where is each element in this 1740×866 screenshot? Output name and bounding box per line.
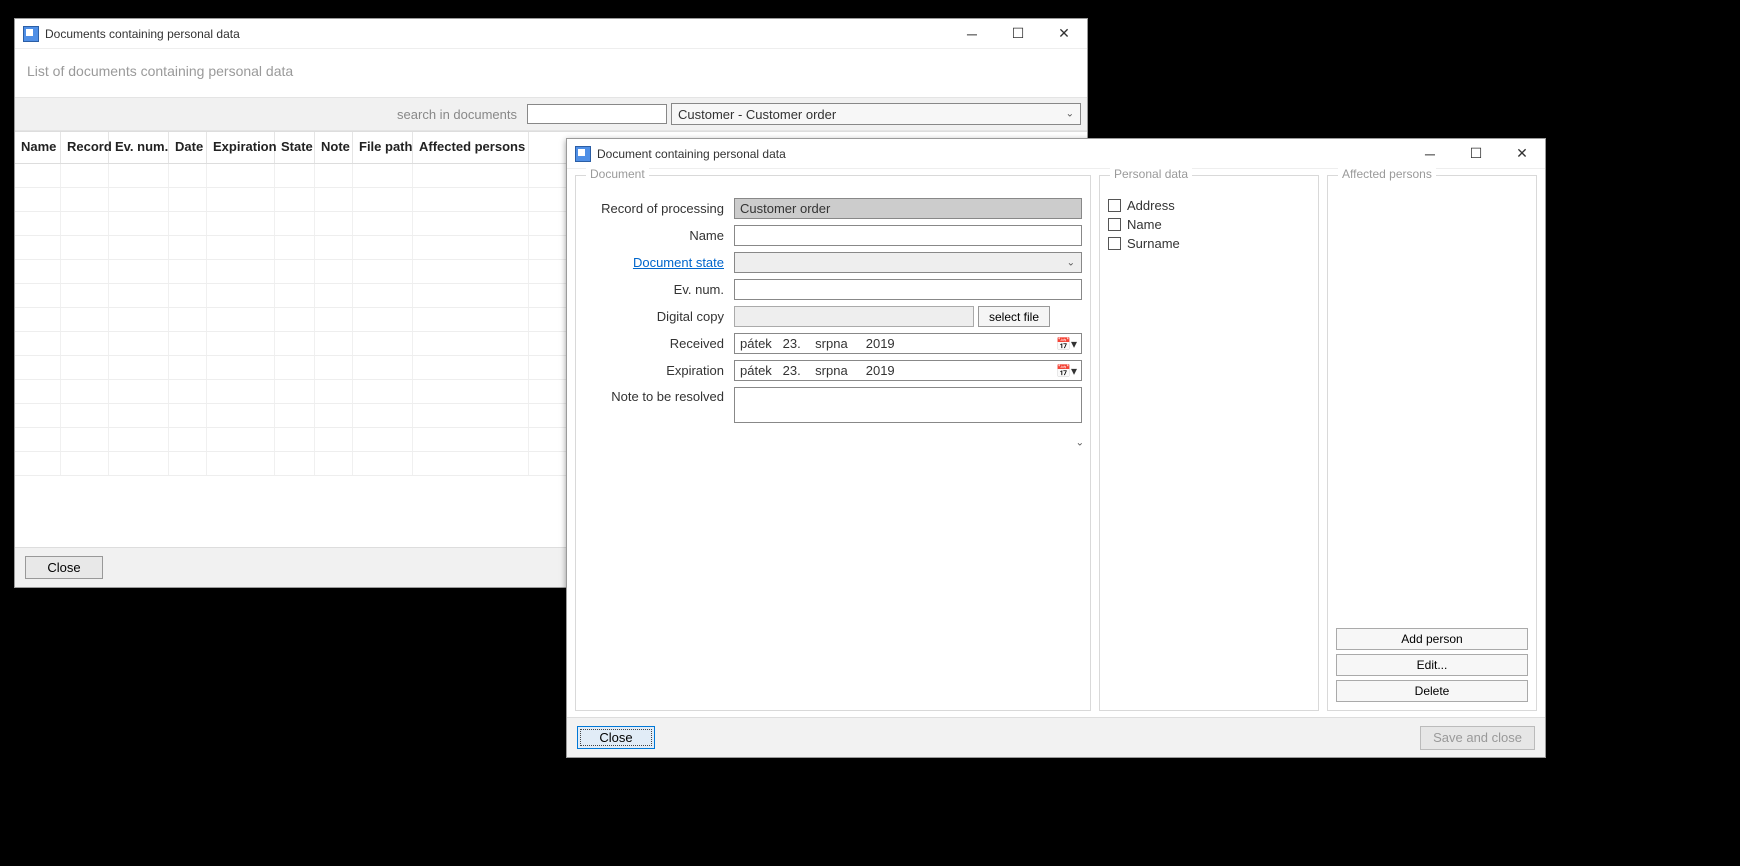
groupbox-legend-pd: Personal data — [1110, 167, 1192, 181]
search-input[interactable] — [527, 104, 667, 124]
chevron-down-icon: ⌄ — [1076, 438, 1084, 449]
col-note[interactable]: Note — [315, 132, 353, 163]
expiration-datepicker[interactable]: pátek 23. srpna 2019 📅▾ — [734, 360, 1082, 381]
col-evnum[interactable]: Ev. num. — [109, 132, 169, 163]
delete-person-button[interactable]: Delete — [1336, 680, 1528, 702]
close-button[interactable]: Close — [25, 556, 103, 579]
col-date[interactable]: Date — [169, 132, 207, 163]
record-value: Customer order — [740, 201, 830, 216]
edit-person-button[interactable]: Edit... — [1336, 654, 1528, 676]
minimize-button[interactable]: ─ — [949, 19, 995, 49]
maximize-button[interactable]: ☐ — [995, 19, 1041, 49]
personal-data-groupbox: Personal data Address Name Surname — [1099, 175, 1319, 711]
document-state-link[interactable]: Document state — [584, 255, 734, 270]
select-file-button[interactable]: select file — [978, 306, 1050, 327]
checkbox-icon — [1108, 218, 1121, 231]
app-icon — [23, 26, 39, 42]
note-label: Note to be resolved — [584, 387, 734, 404]
received-label: Received — [584, 336, 734, 351]
close-button[interactable]: Close — [577, 726, 655, 749]
close-window-button[interactable]: ✕ — [1499, 139, 1545, 169]
expiration-label: Expiration — [584, 363, 734, 378]
window-title: Documents containing personal data — [45, 27, 240, 41]
search-toolbar: search in documents Customer - Customer … — [15, 97, 1087, 131]
titlebar-win1[interactable]: Documents containing personal data ─ ☐ ✕ — [15, 19, 1087, 49]
window-title: Document containing personal data — [597, 147, 786, 161]
pd-checkbox-name[interactable]: Name — [1108, 217, 1310, 232]
app-icon — [575, 146, 591, 162]
titlebar-win2[interactable]: Document containing personal data ─ ☐ ✕ — [567, 139, 1545, 169]
checkbox-icon — [1108, 199, 1121, 212]
record-label: Record of processing — [584, 201, 734, 216]
search-select-value: Customer - Customer order — [678, 107, 836, 122]
affected-persons-groupbox: Affected persons Add person Edit... Dele… — [1327, 175, 1537, 711]
document-detail-window: Document containing personal data ─ ☐ ✕ … — [566, 138, 1546, 758]
name-label: Name — [584, 228, 734, 243]
page-subtitle: List of documents containing personal da… — [15, 49, 1087, 97]
name-input[interactable] — [734, 225, 1082, 246]
footer-win2: Close Save and close — [567, 717, 1545, 757]
close-window-button[interactable]: ✕ — [1041, 19, 1087, 49]
maximize-button[interactable]: ☐ — [1453, 139, 1499, 169]
col-record[interactable]: Record — [61, 132, 109, 163]
search-label: search in documents — [397, 107, 517, 122]
expiration-value: pátek 23. srpna 2019 — [740, 363, 895, 378]
groupbox-legend-aff: Affected persons — [1338, 167, 1436, 181]
record-select-disabled: Customer order ⌄ — [734, 198, 1082, 219]
affected-persons-list[interactable] — [1336, 198, 1528, 628]
minimize-button[interactable]: ─ — [1407, 139, 1453, 169]
checkbox-icon — [1108, 237, 1121, 250]
col-state[interactable]: State — [275, 132, 315, 163]
calendar-icon: 📅▾ — [1056, 337, 1077, 351]
document-groupbox: Document Record of processing Customer o… — [575, 175, 1091, 711]
add-person-button[interactable]: Add person — [1336, 628, 1528, 650]
received-value: pátek 23. srpna 2019 — [740, 336, 895, 351]
evnum-input[interactable] — [734, 279, 1082, 300]
pd-checkbox-surname[interactable]: Surname — [1108, 236, 1310, 251]
received-datepicker[interactable]: pátek 23. srpna 2019 📅▾ — [734, 333, 1082, 354]
col-filepath[interactable]: File path — [353, 132, 413, 163]
col-name[interactable]: Name — [15, 132, 61, 163]
pd-checkbox-address[interactable]: Address — [1108, 198, 1310, 213]
col-expiration[interactable]: Expiration — [207, 132, 275, 163]
calendar-icon: 📅▾ — [1056, 364, 1077, 378]
digital-copy-label: Digital copy — [584, 309, 734, 324]
search-select[interactable]: Customer - Customer order ⌄ — [671, 103, 1081, 125]
chevron-down-icon: ⌄ — [1067, 257, 1075, 268]
evnum-label: Ev. num. — [584, 282, 734, 297]
detail-body: Document Record of processing Customer o… — [567, 169, 1545, 717]
digital-copy-input — [734, 306, 974, 327]
document-state-select[interactable]: ⌄ — [734, 252, 1082, 273]
groupbox-legend-document: Document — [586, 167, 649, 181]
note-textarea[interactable] — [734, 387, 1082, 423]
col-affected[interactable]: Affected persons — [413, 132, 529, 163]
chevron-down-icon: ⌄ — [1066, 109, 1074, 120]
save-and-close-button[interactable]: Save and close — [1420, 726, 1535, 750]
